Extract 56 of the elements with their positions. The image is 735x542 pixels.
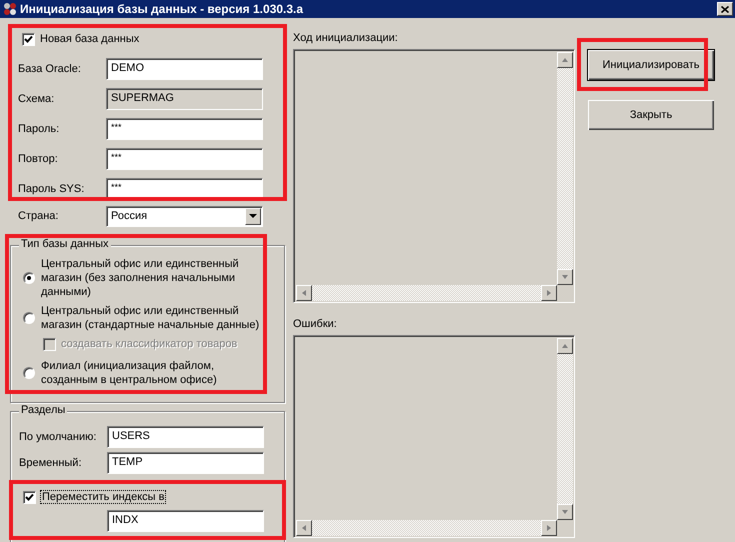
input-field[interactable]: *** bbox=[106, 148, 263, 170]
scroll-down-button[interactable] bbox=[557, 504, 573, 520]
group-title: Тип базы данных bbox=[19, 238, 111, 250]
scroll-right-button[interactable] bbox=[541, 520, 557, 536]
field-label: Временный: bbox=[19, 457, 83, 469]
scroll-left-button[interactable] bbox=[296, 520, 312, 536]
checkmark-icon bbox=[25, 492, 34, 502]
field-label: Пароль: bbox=[18, 123, 60, 135]
dropdown-button[interactable] bbox=[245, 208, 261, 224]
group-title: Разделы bbox=[19, 404, 68, 416]
app-icon bbox=[2, 1, 18, 17]
scroll-right-button[interactable] bbox=[541, 285, 557, 301]
field-label: Повтор: bbox=[18, 153, 59, 165]
checkbox-label: Переместить индексы в bbox=[40, 490, 166, 504]
input-field[interactable]: TEMP bbox=[107, 452, 264, 474]
window-title: Инициализация базы данных - версия 1.030.3.a bbox=[20, 2, 304, 16]
progress-label: Ход инициализации: bbox=[293, 32, 399, 46]
caret-icon bbox=[249, 214, 257, 218]
triangle-icon bbox=[561, 56, 569, 64]
input-field[interactable]: DEMO bbox=[106, 58, 263, 80]
field-label: Страна: bbox=[18, 210, 60, 222]
horizontal-scrollbar[interactable] bbox=[296, 520, 557, 536]
scroll-left-button[interactable] bbox=[296, 285, 312, 301]
checkbox[interactable] bbox=[23, 490, 36, 504]
field-label: База Oracle: bbox=[18, 63, 82, 75]
close-dialog-button[interactable]: Закрыть bbox=[587, 99, 715, 131]
triangle-icon bbox=[300, 524, 308, 532]
errors-label: Ошибки: bbox=[293, 318, 338, 332]
vertical-scrollbar[interactable] bbox=[557, 52, 573, 285]
radio-label: Филиал (инициализация файлом, созданным в центральном офисе) bbox=[41, 359, 218, 387]
scroll-up-button[interactable] bbox=[557, 52, 573, 68]
radio-button[interactable] bbox=[23, 272, 35, 284]
input-field[interactable]: INDX bbox=[107, 510, 264, 532]
triangle-icon bbox=[561, 342, 569, 350]
close-icon bbox=[721, 6, 729, 12]
scroll-down-button[interactable] bbox=[557, 269, 573, 285]
field-label: Схема: bbox=[18, 93, 56, 105]
vertical-scrollbar[interactable] bbox=[557, 338, 573, 520]
country-dropdown[interactable]: Россия bbox=[106, 206, 263, 226]
checkbox-label: Новая база данных bbox=[40, 33, 140, 45]
horizontal-scrollbar[interactable] bbox=[296, 285, 557, 301]
radio-label: Центральный офис или единственный магазин (без заполнения начальными данными) bbox=[41, 257, 240, 299]
radio-button[interactable] bbox=[23, 312, 35, 324]
radio-label: Центральный офис или единственный магазин (стандартные начальные данные) bbox=[41, 304, 260, 332]
field-label: Пароль SYS: bbox=[18, 183, 86, 195]
field-label: По умолчанию: bbox=[19, 431, 98, 443]
radio-button[interactable] bbox=[23, 367, 35, 379]
scroll-up-button[interactable] bbox=[557, 338, 573, 354]
checkbox-label: создавать классификатор товаров bbox=[61, 338, 238, 350]
checkbox[interactable] bbox=[22, 32, 35, 46]
triangle-icon bbox=[300, 289, 308, 297]
input-field[interactable]: USERS bbox=[107, 426, 264, 448]
close-button[interactable] bbox=[717, 2, 733, 16]
input-field[interactable]: *** bbox=[106, 118, 263, 140]
checkmark-icon bbox=[24, 34, 33, 44]
initialize-button[interactable]: Инициализировать bbox=[587, 49, 715, 81]
